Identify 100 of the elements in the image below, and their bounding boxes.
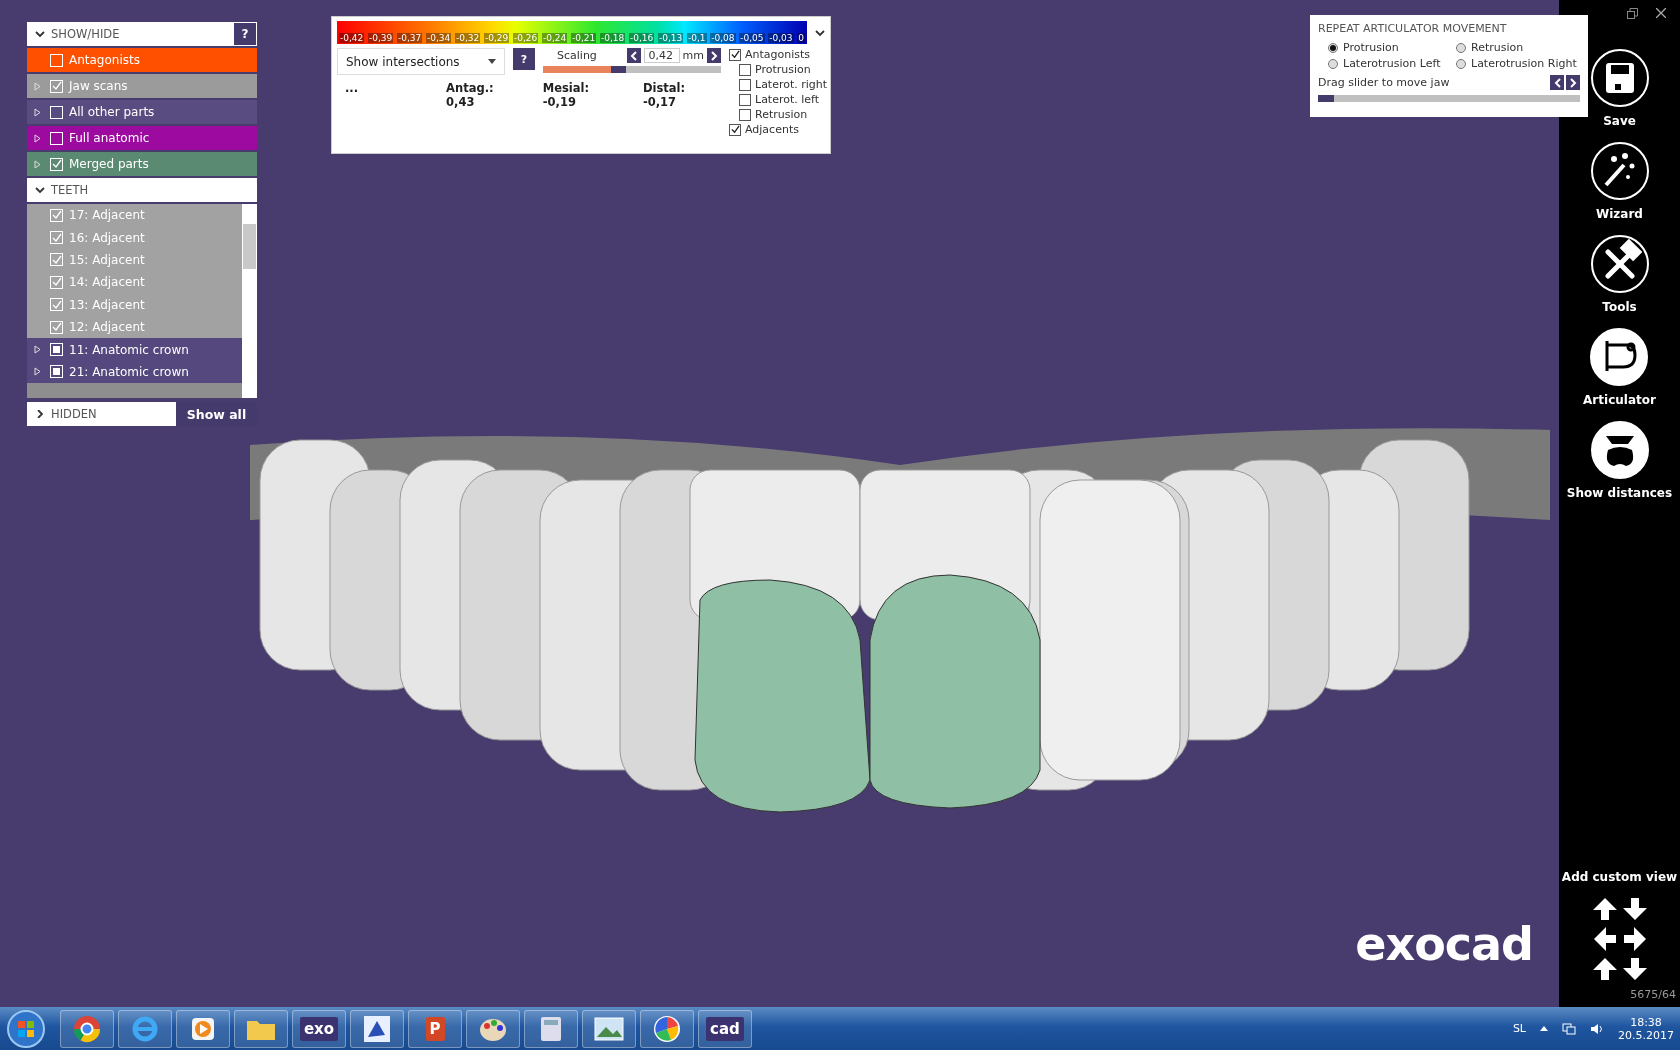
section-title: HIDDEN bbox=[51, 407, 98, 421]
chevron-icon[interactable] bbox=[35, 30, 45, 38]
expand-icon[interactable] bbox=[34, 107, 41, 117]
taskbar-button[interactable] bbox=[176, 1009, 230, 1048]
toolbar-button[interactable]: Save bbox=[1589, 48, 1650, 128]
checkbox[interactable] bbox=[739, 63, 751, 76]
radio-option[interactable]: Protrusion bbox=[1328, 41, 1456, 54]
option-label: Retrusion bbox=[755, 108, 808, 121]
radio-button[interactable] bbox=[1328, 42, 1338, 53]
close-icon[interactable] bbox=[1656, 8, 1666, 18]
scaling-field[interactable]: 0,42 bbox=[643, 48, 680, 63]
arrow-icon bbox=[1591, 897, 1618, 921]
scale-label: -0,24 bbox=[542, 33, 568, 43]
scrollbar[interactable] bbox=[242, 204, 257, 398]
speaker-icon[interactable] bbox=[1590, 1022, 1604, 1035]
dropdown-arrow-icon bbox=[488, 59, 496, 64]
distance-reading: Antag.: 0,43 bbox=[446, 81, 495, 109]
checkbox[interactable] bbox=[739, 93, 751, 106]
checkbox[interactable] bbox=[739, 108, 751, 121]
radio-button[interactable] bbox=[1328, 58, 1338, 69]
expand-icon[interactable] bbox=[34, 133, 41, 143]
up-caret-icon[interactable] bbox=[1540, 1026, 1548, 1031]
checkbox-option[interactable]: Laterot. left bbox=[729, 93, 825, 106]
toolbar-button[interactable]: Wizard bbox=[1589, 141, 1650, 221]
tooth-row[interactable]: 21: Anatomic crown bbox=[27, 360, 242, 384]
language-indicator[interactable]: SL bbox=[1512, 1022, 1526, 1035]
save-icon bbox=[1589, 48, 1650, 108]
scale-label: -0,13 bbox=[658, 33, 684, 43]
chevron-icon[interactable] bbox=[815, 28, 825, 37]
jaw-slider[interactable] bbox=[1318, 95, 1580, 102]
expand-icon[interactable] bbox=[34, 345, 41, 355]
pinwheel-icon bbox=[653, 1014, 681, 1043]
restore-icon[interactable] bbox=[1627, 8, 1638, 19]
section-header[interactable]: TEETH bbox=[27, 178, 257, 202]
toolbar-button[interactable]: Show distances bbox=[1566, 420, 1673, 500]
toolbar-button[interactable]: Articulator bbox=[1583, 327, 1656, 407]
checkbox-option[interactable]: Antagonists bbox=[729, 48, 825, 61]
checkbox-option[interactable]: Retrusion bbox=[729, 108, 825, 121]
start-button[interactable] bbox=[6, 1008, 46, 1049]
scaling-slider[interactable] bbox=[543, 66, 721, 73]
scale-label: -0,34 bbox=[426, 33, 452, 43]
taskbar-button[interactable] bbox=[582, 1009, 636, 1048]
expand-icon[interactable] bbox=[34, 367, 41, 377]
checkbox-option[interactable]: Adjacents bbox=[729, 123, 825, 136]
option-label: Laterotrusion Left bbox=[1343, 57, 1441, 70]
group-row[interactable]: All other parts bbox=[27, 100, 257, 124]
taskbar-button[interactable] bbox=[60, 1009, 114, 1048]
unit-label: mm bbox=[682, 49, 704, 62]
mode-dropdown[interactable]: Show intersections bbox=[337, 48, 505, 75]
checkbox-option[interactable]: Laterot. right bbox=[729, 78, 825, 91]
section-header[interactable]: HIDDEN Show all bbox=[27, 402, 257, 426]
radio-option[interactable]: Retrusion bbox=[1456, 41, 1580, 54]
network-icon[interactable] bbox=[1562, 1022, 1576, 1035]
previous-button[interactable] bbox=[1550, 75, 1564, 90]
option-label: Laterot. right bbox=[755, 78, 828, 91]
group-row[interactable]: Full anatomic bbox=[27, 126, 257, 150]
taskbar-button[interactable] bbox=[640, 1009, 694, 1048]
clock[interactable]: 18:38 20.5.2017 bbox=[1618, 1015, 1674, 1042]
toolbar-button[interactable]: Tools bbox=[1589, 234, 1650, 314]
checkbox[interactable] bbox=[739, 78, 751, 91]
checkbox-option[interactable]: Protrusion bbox=[729, 63, 825, 76]
group-row[interactable]: Merged parts bbox=[27, 152, 257, 176]
slider-thumb[interactable] bbox=[610, 66, 626, 73]
increase-button[interactable] bbox=[707, 48, 721, 63]
chevron-icon[interactable] bbox=[35, 410, 45, 418]
distance-reading: Mesial: -0,19 bbox=[542, 81, 591, 109]
taskbar-button[interactable] bbox=[118, 1009, 172, 1048]
circle-logo-icon bbox=[73, 1014, 101, 1043]
section-header[interactable]: SHOW/HIDE ? bbox=[27, 22, 257, 46]
decrease-button[interactable] bbox=[626, 48, 641, 63]
show-all-button[interactable]: Show all bbox=[176, 402, 257, 426]
taskbar-button[interactable] bbox=[466, 1009, 520, 1048]
chevron-icon[interactable] bbox=[35, 186, 45, 194]
scale-label: -0,21 bbox=[571, 33, 597, 43]
radio-option[interactable]: Laterotrusion Left bbox=[1328, 57, 1456, 70]
scale-label: -0,03 bbox=[768, 33, 794, 43]
tooth-row[interactable]: 11: Anatomic crown bbox=[27, 338, 242, 361]
taskbar-button[interactable] bbox=[234, 1009, 288, 1048]
radio-button[interactable] bbox=[1456, 42, 1466, 53]
add-custom-view-label[interactable]: Add custom view bbox=[1561, 870, 1678, 884]
next-button[interactable] bbox=[1566, 75, 1580, 90]
scale-label: -0,16 bbox=[629, 33, 655, 43]
help-button[interactable]: ? bbox=[234, 23, 256, 45]
radio-button[interactable] bbox=[1456, 58, 1466, 69]
expand-icon[interactable] bbox=[34, 159, 41, 169]
taskbar-button[interactable]: P bbox=[408, 1009, 462, 1048]
scale-label: -0,39 bbox=[368, 33, 394, 43]
articulator-icon bbox=[1589, 327, 1650, 387]
paint-icon bbox=[363, 1014, 391, 1043]
taskbar-button[interactable]: exo bbox=[292, 1009, 346, 1048]
logo-text: exocad bbox=[1355, 917, 1533, 971]
calculator-icon bbox=[540, 1015, 562, 1042]
taskbar-button[interactable]: cad bbox=[698, 1009, 752, 1048]
scale-label: -0,05 bbox=[739, 33, 765, 43]
option-label: Protrusion bbox=[755, 63, 811, 76]
checkbox[interactable] bbox=[729, 123, 741, 136]
checkbox[interactable] bbox=[729, 48, 741, 61]
taskbar-button[interactable] bbox=[524, 1009, 578, 1048]
taskbar-button[interactable] bbox=[350, 1009, 404, 1048]
help-button[interactable]: ? bbox=[513, 48, 535, 70]
